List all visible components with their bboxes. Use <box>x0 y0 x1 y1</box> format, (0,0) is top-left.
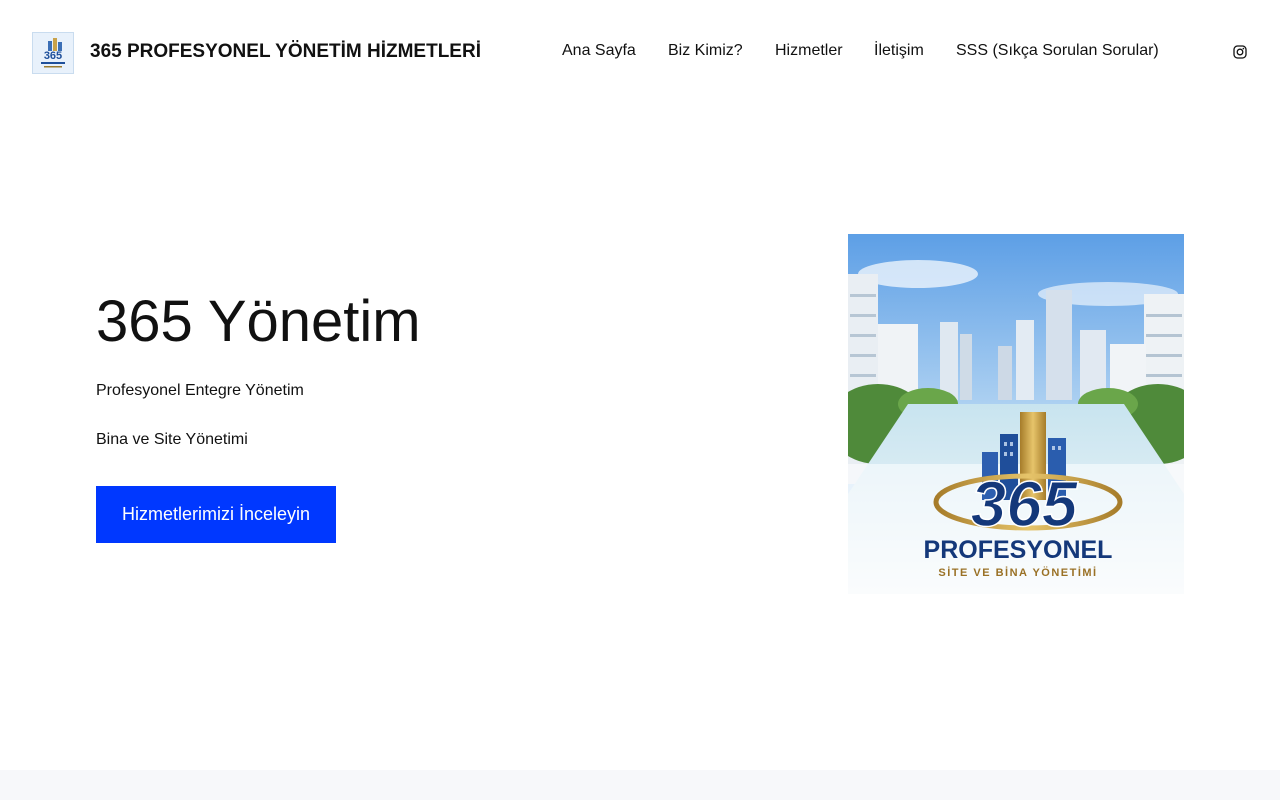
svg-text:365: 365 <box>44 50 62 62</box>
image-brand-text: PROFESYONEL <box>924 536 1113 564</box>
hero-title: 365 Yönetim <box>96 289 421 354</box>
site-header: 365 365 PROFESYONEL YÖNETİM HİZMETLERİ A… <box>0 0 1280 106</box>
nav-item-hizmetler[interactable]: Hizmetler <box>775 42 843 60</box>
hero-subtitle-2: Bina ve Site Yönetimi <box>96 431 248 448</box>
nav-item-ana-sayfa[interactable]: Ana Sayfa <box>562 42 636 60</box>
site-title[interactable]: 365 PROFESYONEL YÖNETİM HİZMETLERİ <box>90 41 481 63</box>
services-cta-button[interactable]: Hizmetlerimizi İnceleyin <box>96 486 336 543</box>
nav-item-biz-kimiz[interactable]: Biz Kimiz? <box>668 42 743 60</box>
company-logo-icon: 365 <box>33 33 73 73</box>
hero-subtitle-1: Profesyonel Entegre Yönetim <box>96 382 304 399</box>
nav-item-iletisim[interactable]: İletişim <box>874 42 924 60</box>
hero-image: 365 PROFESYONEL SİTE VE BİNA YÖNETİMİ <box>848 234 1184 594</box>
footer-strip <box>0 770 1280 800</box>
image-tagline-text: SİTE VE BİNA YÖNETİMİ <box>938 566 1097 579</box>
nav-item-sss[interactable]: SSS (Sıkça Sorulan Sorular) <box>956 42 1159 60</box>
image-logo-number: 365 <box>971 468 1079 540</box>
instagram-icon[interactable] <box>1233 45 1247 59</box>
site-logo[interactable]: 365 <box>32 32 74 74</box>
